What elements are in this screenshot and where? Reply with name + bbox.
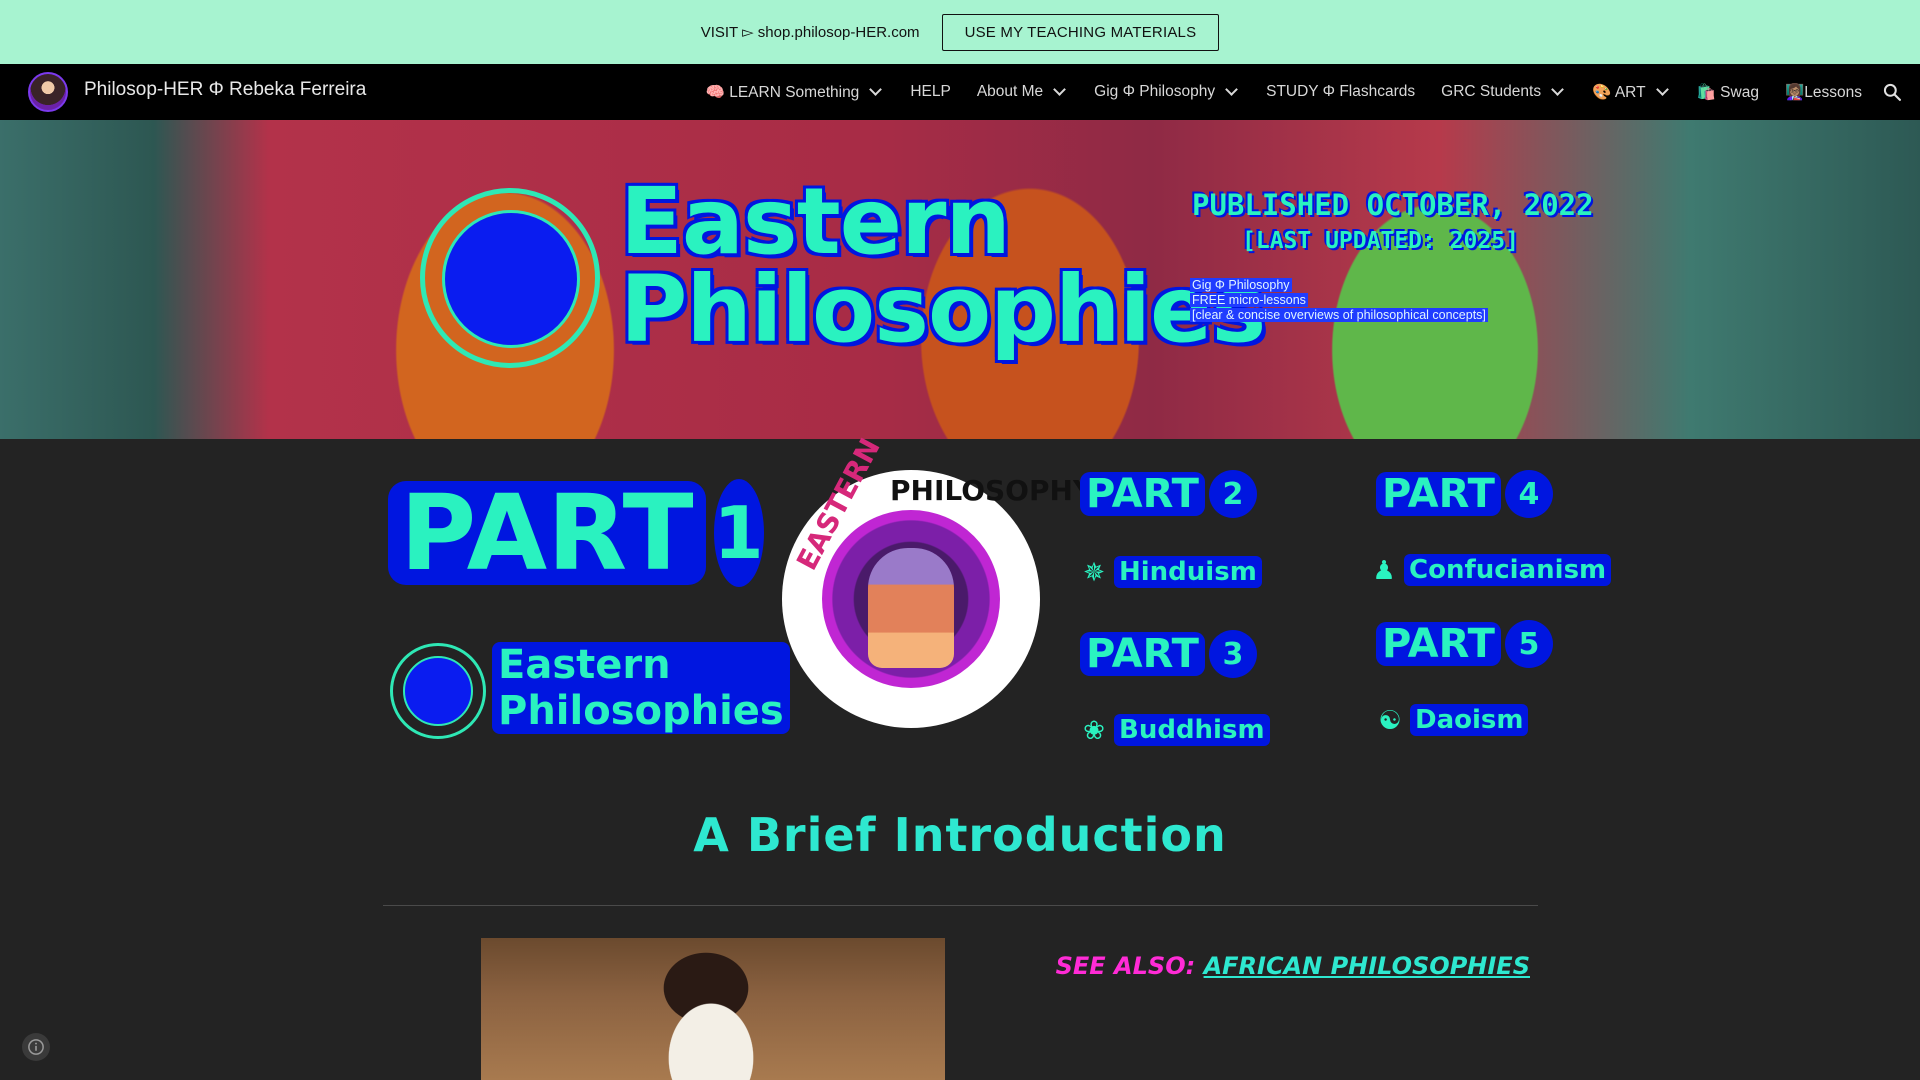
nav-item-label: GRC Students — [1441, 83, 1542, 100]
buddha-figure-icon — [868, 548, 954, 668]
part-word: PART — [388, 481, 706, 585]
nav-item-study-flashcards[interactable]: STUDY Φ Flashcards — [1266, 83, 1415, 101]
topic-label: Daoism — [1410, 704, 1529, 736]
part-number: 4 — [1504, 470, 1553, 518]
announcement-text: VISIT ▻ shop.philosop-HER.com — [700, 24, 920, 41]
small-title-line2: Philosophies — [498, 688, 784, 734]
see-also: SEE ALSO: AFRICAN PHILOSOPHIES — [1056, 952, 1530, 980]
nav-item-label: Gig Φ Philosophy — [1094, 83, 1216, 100]
site-title[interactable]: Philosop-HER Φ Rebeka Ferreira — [84, 79, 366, 101]
chevron-down-icon[interactable] — [1053, 83, 1067, 96]
nav-item-learn-something[interactable]: 🧠 LEARN Something — [706, 83, 885, 102]
part-number: 1 — [713, 479, 764, 587]
globe-earth-icon — [442, 210, 580, 348]
nav-item-swag[interactable]: 🛍️ Swag — [1697, 83, 1759, 102]
hero-title-line1: Eastern — [620, 168, 1011, 275]
nav-item-about-me[interactable]: About Me — [977, 83, 1068, 101]
topic-daoism[interactable]: ☯ Daoism — [1374, 704, 1529, 736]
nav-item-help[interactable]: HELP — [910, 83, 951, 101]
part3-heading: PART 3 — [1080, 630, 1257, 678]
hindu-symbol-icon: ✵ — [1083, 556, 1105, 587]
part-number: 3 — [1208, 630, 1257, 678]
globe-earth-icon — [403, 656, 473, 726]
eastern-philosophies-small-title: Eastern Philosophies — [492, 642, 790, 734]
part4-heading: PART 4 — [1376, 470, 1553, 518]
nav-item-label: 🎨 ART — [1592, 83, 1646, 101]
nav-item-label: HELP — [910, 83, 951, 100]
teaching-materials-button[interactable]: USE MY TEACHING MATERIALS — [941, 13, 1220, 51]
hero-title: Eastern Philosophies — [620, 168, 1266, 363]
nav-item-label: 🛍️ Swag — [1696, 83, 1759, 101]
part-number: 2 — [1208, 470, 1257, 518]
nav-item-label: 👩🏽‍🏫Lessons — [1784, 83, 1862, 101]
hero-updated: [LAST UPDATED: 2025] — [1242, 228, 1519, 254]
topic-buddhism[interactable]: ❀ Buddhism — [1078, 714, 1270, 746]
topic-hinduism[interactable]: ✵ Hinduism — [1078, 556, 1262, 588]
nav-item-label: STUDY Φ Flashcards — [1266, 83, 1416, 100]
lotus-icon: ❀ — [1083, 714, 1105, 745]
hero-small-line3: [clear & concise overviews of philosophi… — [1190, 308, 1488, 322]
african-philosophies-link[interactable]: AFRICAN PHILOSOPHIES — [1204, 952, 1530, 980]
nav-item-lessons[interactable]: 👩🏽‍🏫Lessons — [1785, 83, 1862, 102]
nav-menu: 🧠 LEARN Something HELP About Me Gig Φ Ph… — [706, 64, 1862, 120]
part1-heading: PART 1 — [388, 479, 764, 587]
chevron-down-icon[interactable] — [869, 83, 883, 96]
small-title-line1: Eastern — [498, 642, 671, 688]
see-also-label: SEE ALSO: — [1055, 952, 1196, 980]
part-word: PART — [1376, 472, 1501, 516]
nav-item-label: 🧠 LEARN Something — [705, 83, 860, 101]
nav-item-art[interactable]: 🎨 ART — [1592, 83, 1670, 102]
section-divider — [383, 905, 1538, 906]
nav-item-gig-philosophy[interactable]: Gig Φ Philosophy — [1094, 83, 1240, 101]
hero-small-line2: FREE micro-lessons — [1190, 293, 1308, 307]
figure-icon: ♟ — [1372, 554, 1396, 585]
topic-confucianism[interactable]: ♟ Confucianism — [1368, 554, 1612, 586]
site-logo-avatar[interactable] — [28, 72, 68, 112]
part-word: PART — [1376, 622, 1501, 666]
part-number: 5 — [1504, 620, 1553, 668]
top-nav: Philosop-HER Φ Rebeka Ferreira 🧠 LEARN S… — [0, 64, 1920, 120]
nav-item-grc-students[interactable]: GRC Students — [1441, 83, 1566, 101]
intro-heading: A Brief Introduction — [693, 808, 1227, 862]
nav-item-label: About Me — [976, 83, 1044, 100]
part2-heading: PART 2 — [1080, 470, 1257, 518]
part5-heading: PART 5 — [1376, 620, 1553, 668]
info-icon — [28, 1039, 44, 1055]
chevron-down-icon[interactable] — [1225, 83, 1238, 96]
chevron-down-icon[interactable] — [1655, 83, 1669, 96]
topic-label: Confucianism — [1404, 554, 1612, 586]
badge-word-philosophy: PHILOSOPHY — [890, 474, 1094, 507]
hero-small-line1: Gig Φ Philosophy — [1190, 278, 1292, 292]
search-icon[interactable] — [1882, 82, 1902, 102]
chevron-down-icon[interactable] — [1551, 83, 1564, 96]
topic-label: Buddhism — [1114, 714, 1270, 746]
part-word: PART — [1080, 472, 1205, 516]
hero-published: PUBLISHED OCTOBER, 2022 — [1192, 188, 1594, 222]
classroom-image — [481, 938, 945, 1080]
announcement-bar: VISIT ▻ shop.philosop-HER.com USE MY TEA… — [0, 0, 1920, 64]
part-word: PART — [1080, 632, 1205, 676]
hero-title-line2: Philosophies — [620, 256, 1266, 363]
yin-yang-icon: ☯ — [1378, 704, 1402, 735]
topic-label: Hinduism — [1114, 556, 1262, 588]
info-button[interactable] — [22, 1033, 50, 1061]
